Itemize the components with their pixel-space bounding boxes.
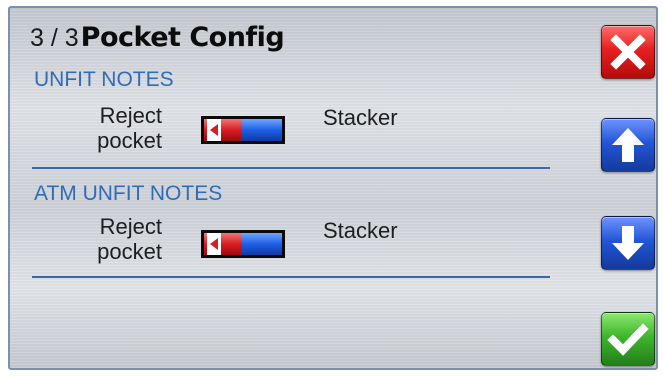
section-heading-unfit-notes: UNFIT NOTES	[34, 68, 174, 91]
page-indicator: 3 / 3	[30, 24, 79, 52]
close-button[interactable]	[601, 25, 655, 79]
confirm-button[interactable]	[601, 312, 655, 366]
page-title: Pocket Config	[80, 22, 285, 53]
header: 3 / 3 Pocket Config	[30, 22, 285, 53]
section-heading-atm-unfit-notes: ATM UNFIT NOTES	[34, 182, 223, 205]
arrow-down-icon	[612, 226, 644, 260]
divider	[32, 276, 550, 278]
option-label-line: pocket	[97, 128, 162, 153]
option-label-reject-pocket: Reject pocket	[22, 103, 162, 153]
option-label-reject-pocket: Reject pocket	[22, 214, 162, 264]
pocket-config-screen: 3 / 3 Pocket Config UNFIT NOTES Reject p…	[8, 6, 658, 370]
option-label-stacker: Stacker	[323, 218, 398, 243]
scroll-down-button[interactable]	[601, 216, 655, 270]
divider	[32, 167, 550, 169]
arrow-left-icon	[210, 238, 218, 250]
option-label-stacker: Stacker	[323, 105, 398, 130]
pocket-toggle-atm-unfit-notes[interactable]	[201, 230, 285, 258]
scroll-up-button[interactable]	[601, 118, 655, 172]
checkmark-icon	[607, 323, 649, 356]
arrow-left-icon	[210, 124, 218, 136]
option-label-line: Reject	[99, 214, 162, 239]
arrow-up-icon	[612, 128, 644, 162]
option-label-line: pocket	[97, 239, 162, 264]
close-x-icon	[610, 34, 646, 70]
option-label-line: Reject	[99, 103, 162, 128]
pocket-toggle-unfit-notes[interactable]	[201, 116, 285, 144]
